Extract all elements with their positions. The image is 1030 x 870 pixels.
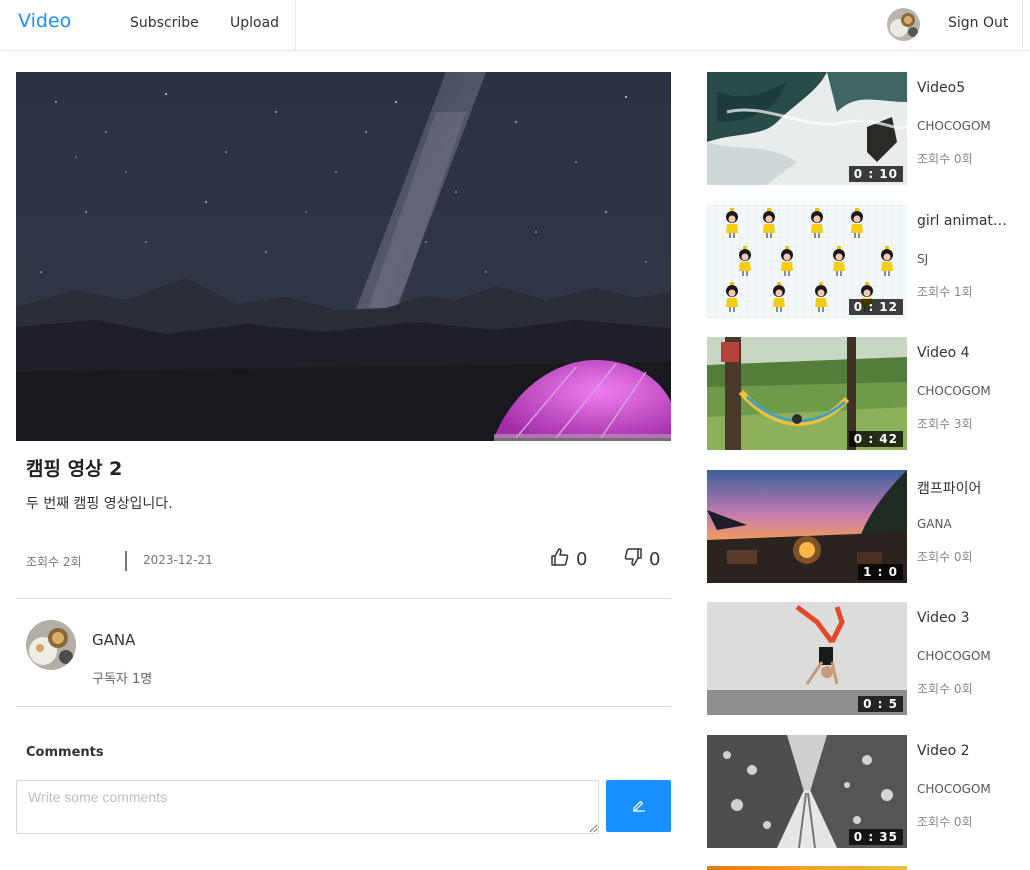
divider [16, 598, 671, 599]
view-count: 조회수 2회 [26, 555, 82, 569]
top-navbar: Video Subscribe Upload Sign Out [0, 0, 1030, 51]
related-video-item[interactable]: 0 : 42 Video 4 CHOCOGOM 조회수 3회 [707, 337, 1022, 450]
related-video-views: 조회수 0회 [917, 152, 973, 166]
video-thumbnail[interactable]: 0 : 35 [707, 735, 907, 848]
related-video-views: 조회수 0회 [917, 815, 973, 829]
video-duration: 0 : 5 [858, 696, 903, 712]
dislike-count: 0 [649, 548, 661, 570]
video-thumbnail[interactable] [707, 866, 907, 870]
related-video-item[interactable]: 0 : 35 Video 2 CHOCOGOM 조회수 0회 [707, 735, 1022, 848]
thumbs-down-icon [623, 547, 643, 572]
divider [16, 706, 671, 707]
edit-icon [632, 798, 646, 815]
related-video-title[interactable]: Video 4 [917, 345, 1009, 361]
like-button[interactable]: 0 [550, 547, 587, 571]
related-video-title[interactable]: 캠프파이어 [917, 478, 1009, 498]
nav-subscribe-link[interactable]: Subscribe [130, 15, 199, 31]
related-video-channel: SJ [917, 252, 929, 266]
related-video-views: 조회수 0회 [917, 682, 973, 696]
logo-link[interactable]: Video [18, 10, 71, 32]
video-thumbnail[interactable]: 0 : 12 [707, 205, 907, 318]
video-duration: 1 : 0 [858, 564, 903, 580]
meta-divider [125, 551, 127, 571]
related-video-views: 조회수 3회 [917, 417, 973, 431]
related-video-views: 조회수 0회 [917, 550, 973, 564]
comments-heading: Comments [26, 745, 104, 760]
related-video-item[interactable]: 0 : 12 girl animation SJ 조회수 1회 [707, 205, 1022, 318]
related-video-title[interactable]: Video 2 [917, 743, 1009, 759]
video-thumbnail[interactable]: 1 : 0 [707, 470, 907, 583]
like-count: 0 [576, 548, 588, 570]
video-duration: 0 : 35 [848, 829, 903, 845]
video-duration: 0 : 12 [848, 299, 903, 315]
related-video-title[interactable]: Video5 [917, 80, 1009, 96]
video-description: 두 번째 캠핑 영상입니다. [26, 496, 173, 512]
related-video-title[interactable]: girl animation [917, 213, 1009, 229]
related-video-views: 조회수 1회 [917, 285, 973, 299]
dislike-button[interactable]: 0 [623, 547, 660, 571]
video-duration: 0 : 42 [848, 431, 903, 447]
related-video-title[interactable]: Video 3 [917, 610, 1009, 626]
comment-input[interactable] [16, 780, 599, 834]
subscriber-count: 구독자 1명 [92, 672, 153, 687]
video-thumbnail[interactable]: 0 : 42 [707, 337, 907, 450]
related-video-item[interactable]: 0 : 10 Video5 CHOCOGOM 조회수 0회 [707, 72, 1022, 185]
related-video-channel: CHOCOGOM [917, 384, 991, 398]
nav-left-section: Video Subscribe Upload [0, 0, 296, 50]
video-title: 캠핑 영상 2 [26, 458, 123, 480]
related-video-channel: CHOCOGOM [917, 119, 991, 133]
nav-upload-link[interactable]: Upload [230, 15, 279, 31]
upload-date: 2023-12-21 [143, 553, 213, 567]
video-player[interactable] [16, 72, 671, 441]
related-video-item[interactable]: 1 : 0 캠프파이어 GANA 조회수 0회 [707, 470, 1022, 583]
related-video-channel: CHOCOGOM [917, 782, 991, 796]
video-thumbnail[interactable]: 0 : 10 [707, 72, 907, 185]
thumbs-up-icon [550, 547, 570, 572]
related-video-channel: GANA [917, 517, 952, 531]
video-thumbnail[interactable]: 0 : 5 [707, 602, 907, 715]
divider [1022, 0, 1023, 50]
video-duration: 0 : 10 [848, 166, 903, 182]
sign-out-link[interactable]: Sign Out [948, 15, 1008, 31]
comment-submit-button[interactable] [606, 780, 671, 832]
related-video-channel: CHOCOGOM [917, 649, 991, 663]
channel-name[interactable]: GANA [92, 631, 135, 649]
channel-avatar[interactable] [26, 620, 76, 670]
related-video-item[interactable]: 0 : 5 Video 3 CHOCOGOM 조회수 0회 [707, 602, 1022, 715]
user-avatar[interactable] [887, 8, 920, 41]
